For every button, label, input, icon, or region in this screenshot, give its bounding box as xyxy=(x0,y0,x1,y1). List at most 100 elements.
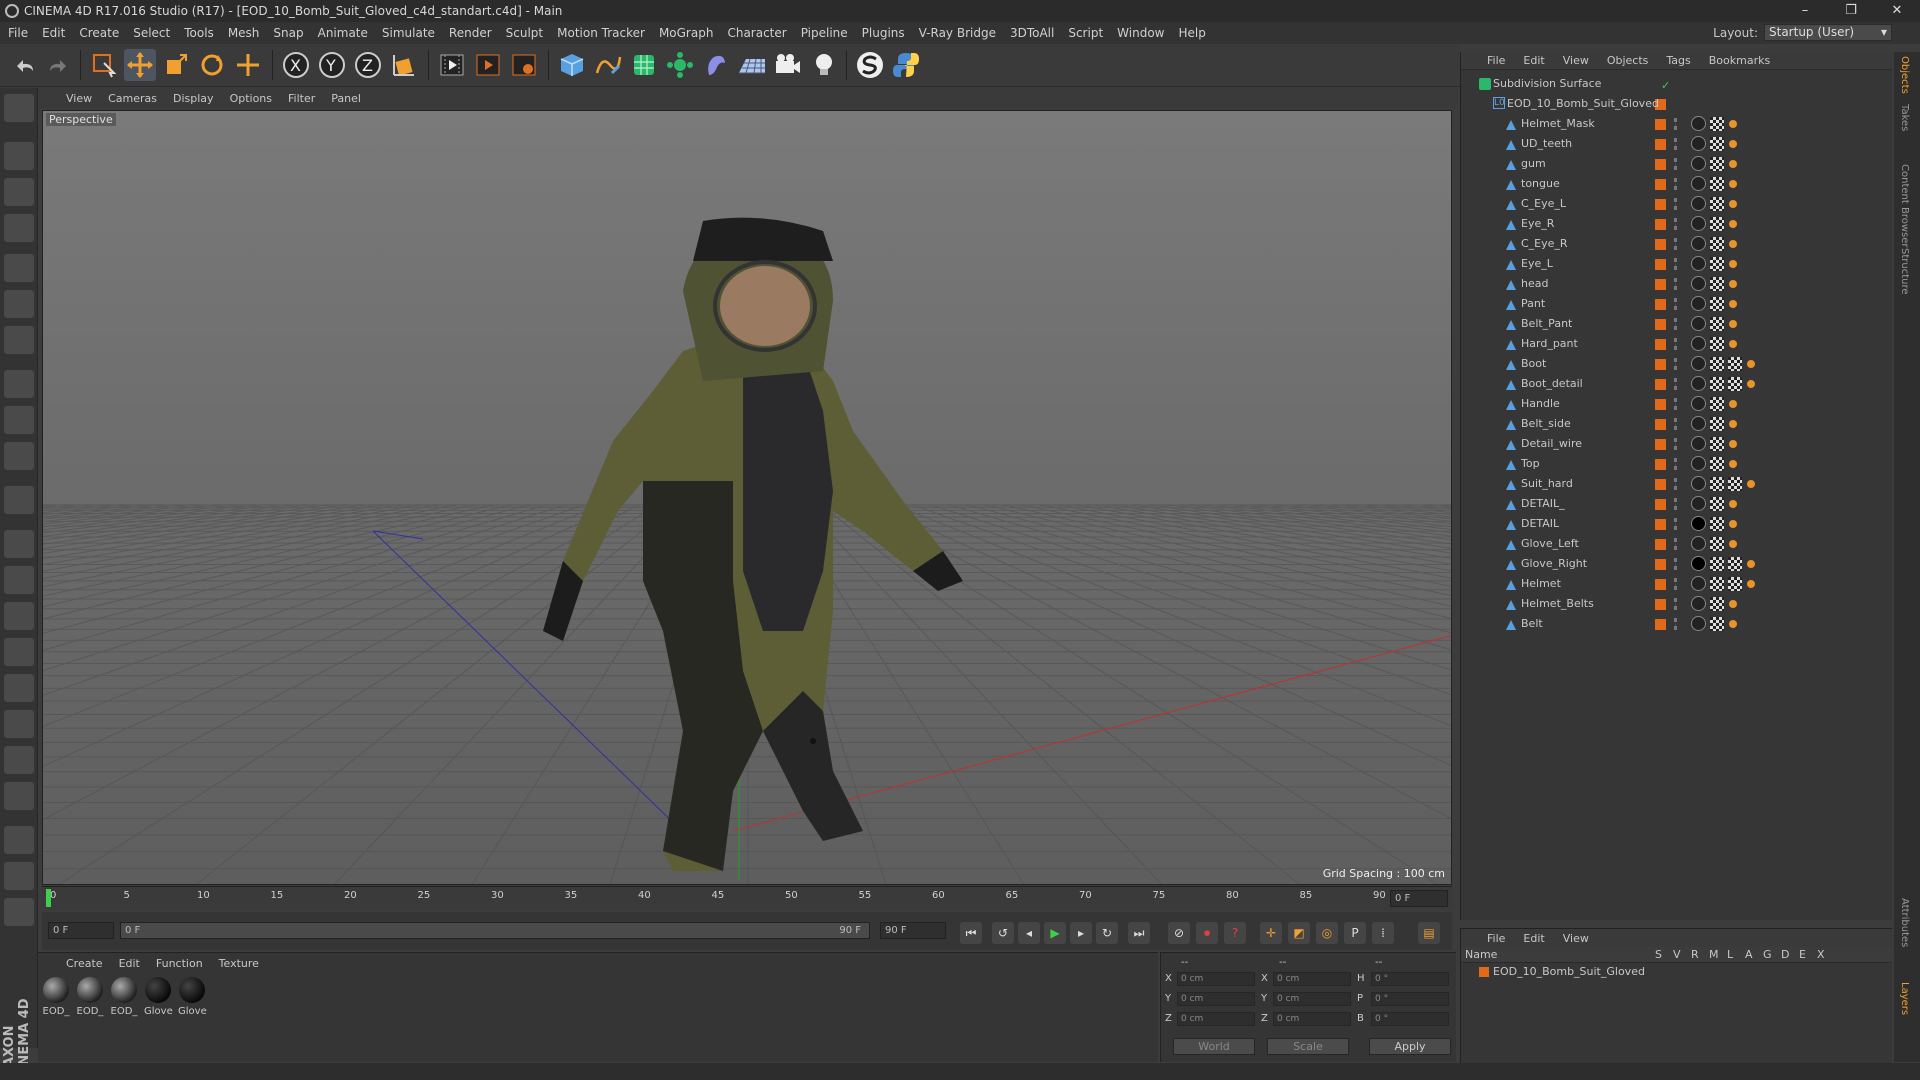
record-key-icon[interactable]: ⏺ xyxy=(1196,922,1218,944)
viewport-menu-cameras[interactable]: Cameras xyxy=(108,92,157,105)
layer-color-swatch[interactable] xyxy=(1655,579,1666,590)
spline-pen-icon[interactable] xyxy=(592,49,624,81)
minimize-button[interactable]: – xyxy=(1782,0,1828,22)
move-icon[interactable] xyxy=(124,49,156,81)
sculpt-grab-icon[interactable] xyxy=(4,674,34,702)
texture-mode-icon[interactable] xyxy=(4,178,34,206)
material-swatch[interactable]: EOD_ xyxy=(76,977,104,1017)
material-tag-icon[interactable] xyxy=(1691,496,1706,511)
magnet-icon[interactable] xyxy=(4,486,34,514)
object-row[interactable]: Suit_hard xyxy=(1461,474,1893,494)
layer-column-header[interactable]: M xyxy=(1709,948,1719,961)
layer-column-header[interactable]: S xyxy=(1655,948,1662,961)
coord-value-field[interactable]: 0 cm xyxy=(1273,972,1351,986)
key-parameter-icon[interactable]: P xyxy=(1344,922,1366,944)
sculpt-smooth-icon[interactable] xyxy=(4,602,34,630)
layer-column-header[interactable]: L xyxy=(1727,948,1733,961)
layout-dropdown[interactable]: Startup (User) xyxy=(1764,24,1892,41)
coord-value-field[interactable]: 0 cm xyxy=(1273,992,1351,1006)
menu-v-ray-bridge[interactable]: V-Ray Bridge xyxy=(919,26,996,40)
visibility-dots-icon[interactable] xyxy=(1674,618,1678,630)
tweak-mode-icon[interactable] xyxy=(4,406,34,434)
side-tab-attributes[interactable]: Attributes xyxy=(1899,898,1910,947)
object-row[interactable]: DETAIL_ xyxy=(1461,494,1893,514)
material-tag-icon[interactable] xyxy=(1691,516,1706,531)
object-name[interactable]: Helmet_Mask xyxy=(1521,114,1595,134)
object-name[interactable]: DETAIL xyxy=(1521,514,1559,534)
visibility-dots-icon[interactable] xyxy=(1674,278,1678,290)
material-tag-icon[interactable] xyxy=(1691,376,1706,391)
polygon-selection-tag-icon[interactable] xyxy=(1729,280,1737,288)
material-tag-icon[interactable] xyxy=(1691,156,1706,171)
selection-tag-icon[interactable] xyxy=(1728,477,1742,491)
side-tab-structure[interactable]: Structure xyxy=(1899,248,1910,295)
end-frame-field[interactable]: 90 F xyxy=(880,922,946,939)
layer-column-header[interactable]: E xyxy=(1799,948,1806,961)
uvw-tag-icon[interactable] xyxy=(1710,117,1724,131)
layer-color-swatch[interactable] xyxy=(1655,559,1666,570)
apply-button[interactable]: Apply xyxy=(1369,1038,1451,1055)
visibility-dots-icon[interactable] xyxy=(1674,578,1678,590)
points-mode-icon[interactable] xyxy=(4,254,34,282)
layer-color-swatch[interactable] xyxy=(1655,299,1666,310)
polygon-selection-tag-icon[interactable] xyxy=(1729,460,1737,468)
menu-render[interactable]: Render xyxy=(449,26,492,40)
menu-file[interactable]: File xyxy=(8,26,28,40)
object-row[interactable]: C_Eye_L xyxy=(1461,194,1893,214)
selection-tag-icon[interactable] xyxy=(1728,577,1742,591)
menu-window[interactable]: Window xyxy=(1117,26,1164,40)
object-row[interactable]: DETAIL xyxy=(1461,514,1893,534)
polygon-selection-tag-icon[interactable] xyxy=(1729,300,1737,308)
layer-column-header[interactable]: R xyxy=(1691,948,1699,961)
layer-color-swatch[interactable] xyxy=(1655,159,1666,170)
floor-icon[interactable] xyxy=(736,49,768,81)
viewport-menu-view[interactable]: View xyxy=(66,92,92,105)
object-row[interactable]: Boot xyxy=(1461,354,1893,374)
object-name[interactable]: C_Eye_R xyxy=(1521,234,1568,254)
uvw-tag-icon[interactable] xyxy=(1710,397,1724,411)
material-tag-icon[interactable] xyxy=(1691,596,1706,611)
object-row[interactable]: Helmet xyxy=(1461,574,1893,594)
layer-menu-view[interactable]: View xyxy=(1563,932,1589,945)
key-position-icon[interactable]: ✛ xyxy=(1260,922,1282,944)
uvw-tag-icon[interactable] xyxy=(1710,277,1724,291)
go-to-end-icon[interactable]: ⏭ xyxy=(1128,922,1150,944)
size-mode-dropdown[interactable]: Scale xyxy=(1267,1038,1349,1055)
next-frame-icon[interactable]: ▸ xyxy=(1070,922,1092,944)
snap-icon[interactable] xyxy=(4,442,34,470)
layer-column-header[interactable]: G xyxy=(1763,948,1772,961)
menu-tools[interactable]: Tools xyxy=(184,26,214,40)
x-axis-lock-icon[interactable]: X xyxy=(280,49,312,81)
side-tab-objects[interactable]: Objects xyxy=(1899,56,1910,94)
polygon-selection-tag-icon[interactable] xyxy=(1729,340,1737,348)
object-row[interactable]: Belt_Pant xyxy=(1461,314,1893,334)
visibility-dots-icon[interactable] xyxy=(1674,198,1678,210)
model-mode-icon[interactable] xyxy=(4,142,34,170)
uvw-tag-icon[interactable] xyxy=(1710,137,1724,151)
layer-color-swatch[interactable] xyxy=(1655,399,1666,410)
uvw-tag-icon[interactable] xyxy=(1710,377,1724,391)
object-name[interactable]: Glove_Left xyxy=(1521,534,1579,554)
object-row[interactable]: Glove_Right xyxy=(1461,554,1893,574)
timeline-ruler[interactable]: 0 5 10 15 20 25 30 35 40 45 50 55 60 65 70 75 80 85 90 xyxy=(42,886,1452,910)
close-button[interactable]: ✕ xyxy=(1874,0,1920,22)
visibility-dots-icon[interactable] xyxy=(1674,158,1678,170)
uvw-tag-icon[interactable] xyxy=(1710,157,1724,171)
layer-color-swatch[interactable] xyxy=(1655,219,1666,230)
visibility-dots-icon[interactable] xyxy=(1674,518,1678,530)
visibility-dots-icon[interactable] xyxy=(1674,558,1678,570)
visibility-dots-icon[interactable] xyxy=(1674,498,1678,510)
material-tag-icon[interactable] xyxy=(1691,136,1706,151)
object-name[interactable]: tongue xyxy=(1521,174,1560,194)
layer-color-swatch[interactable] xyxy=(1479,967,1489,977)
object-row[interactable]: Top xyxy=(1461,454,1893,474)
polygon-selection-tag-icon[interactable] xyxy=(1747,560,1755,568)
uvw-tag-icon[interactable] xyxy=(1710,517,1724,531)
axis-mode-icon[interactable] xyxy=(4,370,34,398)
object-row[interactable]: C_Eye_R xyxy=(1461,234,1893,254)
material-tag-icon[interactable] xyxy=(1691,216,1706,231)
layer-color-swatch[interactable] xyxy=(1655,539,1666,550)
polygons-mode-icon[interactable] xyxy=(4,326,34,354)
polygon-selection-tag-icon[interactable] xyxy=(1729,500,1737,508)
material-menu-edit[interactable]: Edit xyxy=(119,957,140,970)
